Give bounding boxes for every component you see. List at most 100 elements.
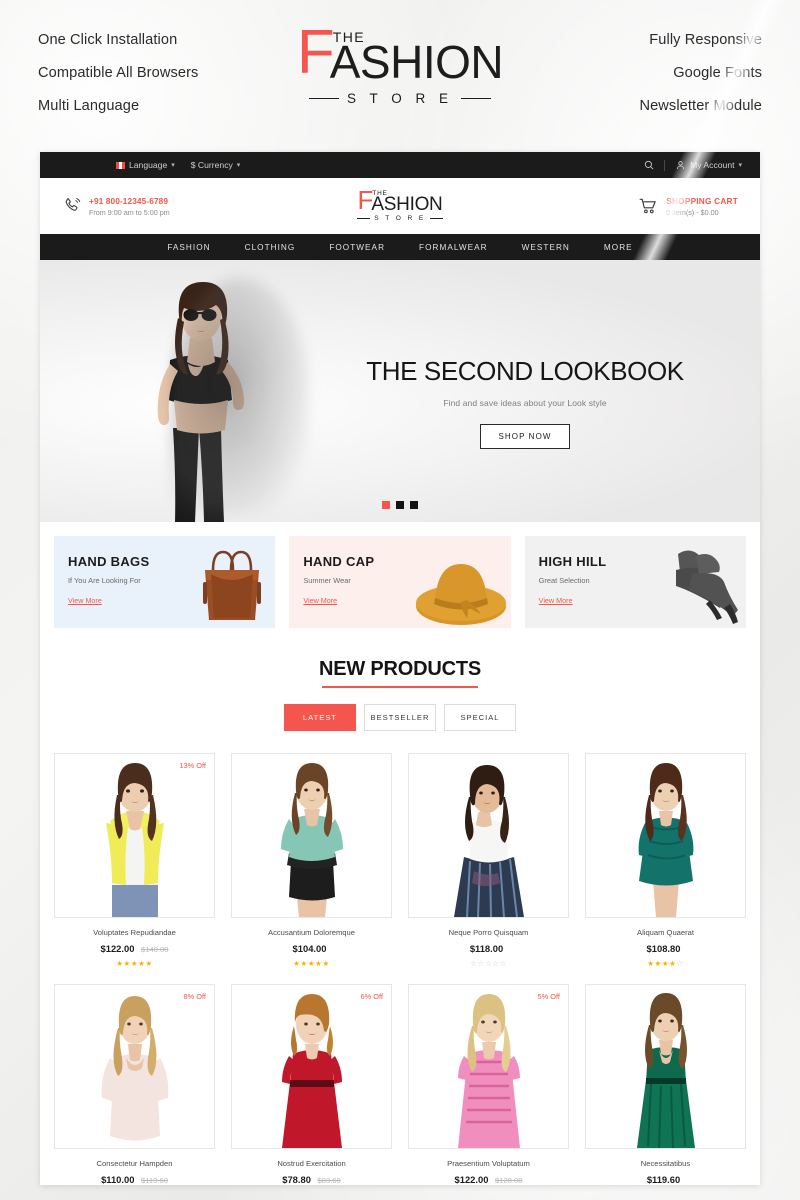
- product-name[interactable]: Consectetur Hampden: [54, 1159, 215, 1168]
- carousel-indicators: [40, 501, 760, 509]
- product-card[interactable]: Accusantium Doloremque $104.00 ★★★★★: [231, 752, 392, 968]
- product-card[interactable]: Neque Porro Quisquam $118.00 ☆☆☆☆☆: [408, 752, 569, 968]
- product-price: $122.00 $128.00: [408, 1174, 569, 1185]
- product-name[interactable]: Accusantium Doloremque: [231, 928, 392, 937]
- carousel-dot-2[interactable]: [396, 501, 404, 509]
- carousel-dot-1[interactable]: [382, 501, 390, 509]
- header-logo[interactable]: F THE ASHION S T O R E: [292, 184, 508, 223]
- product-price: $119.60: [585, 1174, 746, 1185]
- brand-logo: F THE ASHION S T O R E: [283, 22, 518, 106]
- handbag-icon: [193, 540, 271, 628]
- brand-rule-left: [357, 218, 371, 220]
- product-price: $122.00 $140.00: [54, 943, 215, 954]
- product-image[interactable]: [408, 752, 569, 918]
- currency-selector[interactable]: $ Currency ▾: [191, 160, 241, 170]
- brand-rule-right: [429, 218, 443, 220]
- product-card[interactable]: 5% Off Praesentium Voluptatum $122.00 $1…: [408, 983, 569, 1185]
- price-current: $104.00: [292, 942, 327, 954]
- chevron-down-icon: ▾: [236, 162, 241, 169]
- contact-block: +91 800-12345-6789 From 9:00 am to 5:00 …: [62, 196, 292, 217]
- nav-item-more[interactable]: MORE: [587, 243, 650, 252]
- new-products-section: NEW PRODUCTS LATEST BESTSELLER SPECIAL 1…: [40, 628, 760, 1185]
- product-name[interactable]: Neque Porro Quisquam: [408, 928, 569, 937]
- nav-item-footwear[interactable]: FOOTWEAR: [312, 243, 402, 252]
- tab-special[interactable]: SPECIAL: [444, 703, 516, 731]
- banner-hand-bags[interactable]: HAND BAGS If You Are Looking For View Mo…: [54, 536, 276, 628]
- price-current: $122.00: [454, 1173, 489, 1185]
- product-image[interactable]: 8% Off: [54, 983, 215, 1149]
- product-name[interactable]: Nostrud Exercitation: [231, 1159, 392, 1168]
- hero-model-image: [78, 260, 328, 522]
- brand-store-word: S T O R E: [346, 90, 454, 106]
- business-hours: From 9:00 am to 5:00 pm: [89, 207, 170, 217]
- site-preview: Language ▾ $ Currency ▾ My Account ▾ +91…: [40, 152, 760, 1185]
- chevron-down-icon: ▾: [738, 162, 742, 169]
- phone-number[interactable]: +91 800-12345-6789: [89, 196, 170, 206]
- my-account-label: My Account: [690, 160, 735, 170]
- banner-view-more-link[interactable]: View More: [303, 596, 337, 605]
- banner-high-hill[interactable]: HIGH HILL Great Selection View More: [524, 536, 746, 628]
- cart-block[interactable]: SHOPPING CART 0 item(s) - $0.00: [508, 196, 738, 217]
- nav-item-fashion[interactable]: FASHION: [150, 243, 227, 252]
- banner-hand-cap[interactable]: HAND CAP Summer Wear View More: [289, 536, 511, 628]
- search-icon[interactable]: [643, 160, 654, 171]
- promo-feature: Newsletter Module: [639, 98, 762, 114]
- price-current: $78.80: [282, 1173, 311, 1185]
- category-banners: HAND BAGS If You Are Looking For View Mo…: [40, 522, 760, 628]
- price-current: $110.00: [101, 1173, 135, 1185]
- my-account-menu[interactable]: My Account ▾: [675, 160, 742, 171]
- brand-store-word: S T O R E: [374, 215, 426, 223]
- heels-icon: [656, 538, 742, 628]
- price-current: $122.00: [100, 942, 135, 954]
- banner-view-more-link[interactable]: View More: [68, 596, 102, 605]
- tab-bestseller[interactable]: BESTSELLER: [364, 703, 436, 731]
- main-navigation: FASHION CLOTHING FOOTWEAR FORMALWEAR WES…: [40, 234, 760, 260]
- discount-badge: 5% Off: [537, 991, 560, 1001]
- product-image[interactable]: 13% Off: [54, 752, 215, 918]
- product-name[interactable]: Necessitatibus: [585, 1159, 746, 1168]
- product-image[interactable]: 5% Off: [408, 983, 569, 1149]
- product-grid: 13% Off Voluptates Repudiandae $122.00 $…: [40, 731, 760, 1185]
- product-image[interactable]: [231, 752, 392, 918]
- currency-label: $ Currency: [190, 160, 233, 170]
- site-header: +91 800-12345-6789 From 9:00 am to 5:00 …: [40, 178, 760, 234]
- promo-features-right: Fully Responsive Google Fonts Newsletter…: [517, 24, 762, 114]
- product-image[interactable]: 6% Off: [231, 983, 392, 1149]
- product-name[interactable]: Voluptates Repudiandae: [54, 928, 215, 937]
- product-name[interactable]: Praesentium Voluptatum: [408, 1159, 569, 1168]
- banner-view-more-link[interactable]: View More: [539, 596, 573, 605]
- section-title: NEW PRODUCTS: [318, 658, 482, 680]
- product-name[interactable]: Aliquam Quaerat: [585, 928, 746, 937]
- language-selector[interactable]: Language ▾: [116, 160, 175, 170]
- promo-feature: Compatible All Browsers: [38, 65, 199, 81]
- topbar-divider: [664, 159, 666, 171]
- product-card[interactable]: 8% Off Consectetur Hampden $110.00 $119.…: [54, 983, 215, 1185]
- product-price: $110.00 $119.60: [54, 1174, 215, 1185]
- nav-item-formalwear[interactable]: FORMALWEAR: [402, 243, 505, 252]
- product-card[interactable]: Necessitatibus $119.60: [585, 983, 746, 1185]
- tab-latest[interactable]: LATEST: [284, 703, 356, 731]
- discount-badge: 13% Off: [179, 760, 206, 770]
- price-original: $140.00: [141, 944, 169, 954]
- hero-text-block: THE SECOND LOOKBOOK Find and save ideas …: [340, 356, 710, 449]
- shop-now-button[interactable]: SHOP NOW: [480, 424, 570, 449]
- carousel-dot-3[interactable]: [410, 501, 418, 509]
- promo-features-left: One Click Installation Compatible All Br…: [38, 24, 283, 114]
- product-card[interactable]: 13% Off Voluptates Repudiandae $122.00 $…: [54, 752, 215, 968]
- price-original: $119.60: [141, 1175, 168, 1185]
- nav-item-clothing[interactable]: CLOTHING: [228, 243, 313, 252]
- promo-feature: Fully Responsive: [649, 32, 762, 48]
- product-card[interactable]: Aliquam Quaerat $108.80 ★★★★☆: [585, 752, 746, 968]
- hero-title: THE SECOND LOOKBOOK: [366, 356, 684, 386]
- brand-letter-f: F: [357, 184, 374, 215]
- rating-stars: ★★★★★: [116, 958, 153, 968]
- product-card[interactable]: 6% Off Nostrud Exercitation $78.80 $83.6…: [231, 983, 392, 1185]
- product-image[interactable]: [585, 983, 746, 1149]
- nav-item-western[interactable]: WESTERN: [505, 243, 587, 252]
- user-icon: [675, 160, 686, 171]
- price-current: $119.60: [646, 1173, 681, 1185]
- price-current: $108.80: [646, 942, 681, 954]
- product-image[interactable]: [585, 752, 746, 918]
- cart-total: 0 item(s) - $0.00: [666, 207, 719, 217]
- product-price: $108.80: [585, 943, 746, 954]
